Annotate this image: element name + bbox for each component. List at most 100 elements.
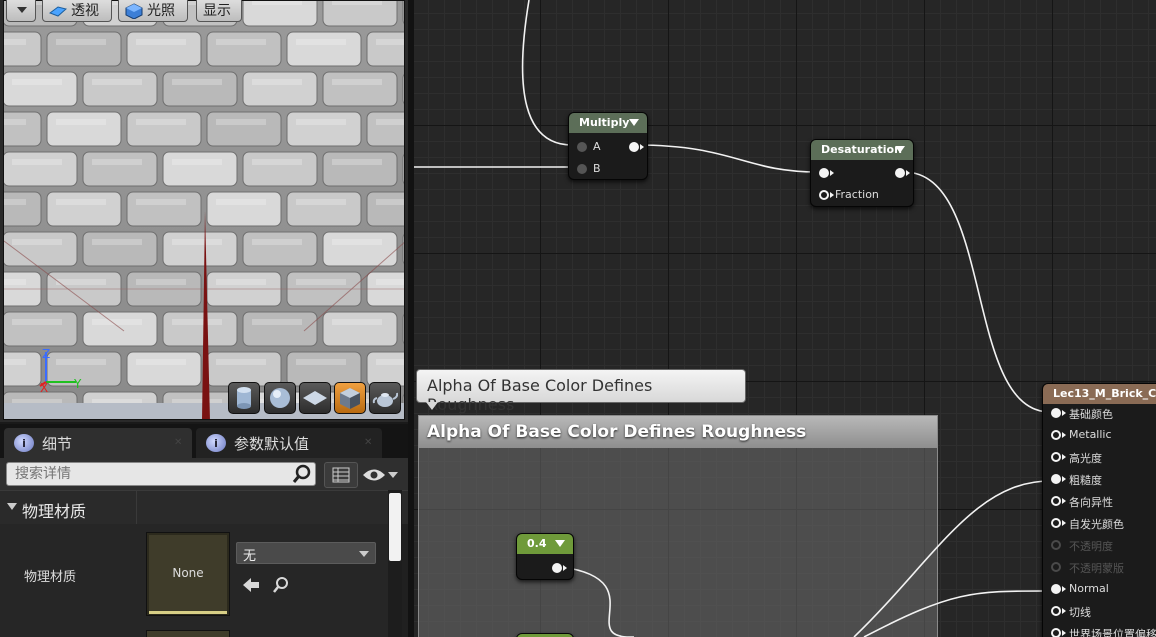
material-result-header[interactable]: Lec13_M_Brick_Clay_ — [1043, 384, 1156, 404]
input-arrow-icon — [1062, 410, 1066, 416]
axis-z-label: Z — [42, 347, 50, 361]
show-label: 显示 — [203, 3, 231, 19]
use-selected-arrow-icon[interactable] — [242, 576, 260, 594]
result-pin-4[interactable] — [1051, 496, 1061, 506]
multiply-node-header[interactable]: Multiply — [569, 113, 647, 133]
result-pin-9[interactable] — [1051, 606, 1061, 616]
result-pin-label: Metallic — [1069, 428, 1112, 441]
expand-arrow-icon[interactable] — [7, 503, 17, 510]
desaturation-node-title: Desaturation — [821, 143, 902, 156]
desaturation-node[interactable]: Desaturation Fraction — [810, 139, 914, 207]
search-icon[interactable] — [292, 464, 312, 484]
info-icon: i — [206, 434, 226, 452]
result-pin-0[interactable] — [1051, 408, 1061, 418]
result-pin-3[interactable] — [1051, 474, 1061, 484]
input-arrow-icon — [1062, 454, 1066, 460]
close-icon[interactable]: ✕ — [364, 437, 374, 448]
grid-icon — [332, 467, 350, 483]
desaturation-input-pin[interactable] — [819, 168, 829, 178]
desaturation-fraction-label: Fraction — [835, 188, 879, 201]
lit-button[interactable]: 光照 — [118, 0, 188, 22]
perspective-icon — [48, 3, 68, 17]
multiply-node[interactable]: Multiply A B — [568, 112, 648, 180]
thumbnail-color-bar — [149, 611, 227, 614]
view-options-button[interactable] — [362, 462, 402, 488]
constant-output-pin[interactable] — [552, 563, 562, 573]
perspective-button[interactable]: 透视 — [42, 0, 112, 22]
preview-teapot-button[interactable] — [369, 382, 401, 414]
result-pin-label: 世界场景位置偏移 — [1069, 628, 1156, 637]
input-arrow-icon — [830, 192, 834, 198]
constant-node-header[interactable]: 0.4 — [517, 534, 573, 554]
preview-sphere-button[interactable] — [264, 382, 296, 414]
thumbnail-text: None — [149, 535, 227, 611]
result-pin-5[interactable] — [1051, 518, 1061, 528]
preview-plane-button[interactable] — [299, 382, 331, 414]
chevron-down-icon — [388, 472, 398, 478]
lit-cube-icon — [125, 3, 143, 20]
chevron-down-icon[interactable] — [629, 119, 639, 126]
scrollbar-thumb[interactable] — [389, 493, 401, 561]
plane-icon — [303, 391, 327, 405]
input-arrow-icon — [1062, 608, 1066, 614]
multiply-pin-b[interactable] — [577, 164, 587, 174]
wire-desaturation-to-base-color — [903, 171, 1051, 413]
wire-top-to-multiply-a — [521, 0, 573, 146]
constant-node[interactable]: 0.4 — [516, 533, 574, 580]
property-matrix-button[interactable] — [324, 462, 358, 488]
close-icon[interactable]: ✕ — [174, 437, 184, 448]
chevron-down-icon[interactable] — [555, 540, 565, 547]
show-button[interactable]: 显示 — [196, 0, 242, 22]
material-graph[interactable]: Alpha Of Base Color Defines Roughness Al… — [414, 0, 1156, 637]
axis-gizmo: Z X Y — [39, 347, 82, 392]
browse-search-icon[interactable] — [272, 576, 290, 594]
tab-parameter-defaults[interactable]: i 参数默认值 ✕ — [196, 428, 382, 458]
chevron-down-icon[interactable] — [895, 146, 905, 153]
chevron-down-icon — [17, 7, 27, 13]
multiply-pin-a[interactable] — [577, 142, 587, 152]
chevron-down-icon — [359, 551, 369, 557]
asset-thumbnail-next[interactable] — [146, 630, 230, 637]
result-pin-label: 粗糙度 — [1069, 474, 1102, 487]
details-scrollbar[interactable] — [388, 490, 402, 637]
result-pin-6[interactable] — [1051, 540, 1061, 550]
material-editor: 透视 光照 显示 Z X Y i 细节 ✕ i 参数默认值 ✕ 搜索详情 物理材… — [0, 0, 1156, 637]
combo-value: 无 — [243, 549, 257, 564]
desaturation-fraction-pin[interactable] — [819, 190, 829, 200]
preview-viewport[interactable]: 透视 光照 显示 Z X Y — [0, 0, 408, 422]
output-arrow-icon — [640, 144, 644, 150]
category-label: 物理材质 — [22, 502, 87, 521]
viewport-options-button[interactable] — [6, 0, 36, 22]
details-tabs: i 细节 ✕ i 参数默认值 ✕ — [0, 424, 408, 458]
input-arrow-icon — [1062, 432, 1066, 438]
result-pin-10[interactable] — [1051, 628, 1061, 637]
desaturation-node-header[interactable]: Desaturation — [811, 140, 913, 160]
result-pin-7[interactable] — [1051, 562, 1061, 572]
material-result-node[interactable]: Lec13_M_Brick_Clay_ 基础颜色 Metallic 高光度粗糙度各向… — [1042, 383, 1156, 637]
perspective-label: 透视 — [71, 3, 99, 19]
constant-node-2[interactable] — [516, 633, 574, 637]
output-arrow-icon — [563, 565, 567, 571]
eye-icon — [363, 469, 385, 481]
desaturation-output-pin[interactable] — [895, 168, 905, 178]
asset-picker-combo[interactable]: 无 — [236, 542, 376, 564]
result-pin-8[interactable] — [1051, 584, 1061, 594]
asset-thumbnail[interactable]: None — [146, 532, 230, 616]
search-row — [0, 458, 408, 490]
input-arrow-icon — [830, 170, 834, 176]
preview-cylinder-button[interactable] — [228, 382, 260, 414]
result-pin-label: 各向异性 — [1069, 496, 1113, 509]
category-physical-material[interactable]: 物理材质 — [0, 490, 408, 637]
result-pin-label: 基础颜色 — [1069, 408, 1113, 421]
property-label: 物理材质 — [24, 570, 77, 585]
result-pin-2[interactable] — [1051, 452, 1061, 462]
tab-parameter-defaults-label: 参数默认值 — [234, 434, 310, 453]
input-arrow-icon — [1062, 498, 1066, 504]
result-pin-1[interactable] — [1051, 430, 1061, 440]
tab-details[interactable]: i 细节 ✕ — [4, 428, 192, 458]
search-details-input[interactable] — [6, 462, 316, 486]
preview-cube-button[interactable] — [334, 382, 366, 414]
cylinder-icon — [237, 387, 251, 409]
multiply-pin-b-label: B — [593, 162, 601, 175]
multiply-output-pin[interactable] — [629, 142, 639, 152]
